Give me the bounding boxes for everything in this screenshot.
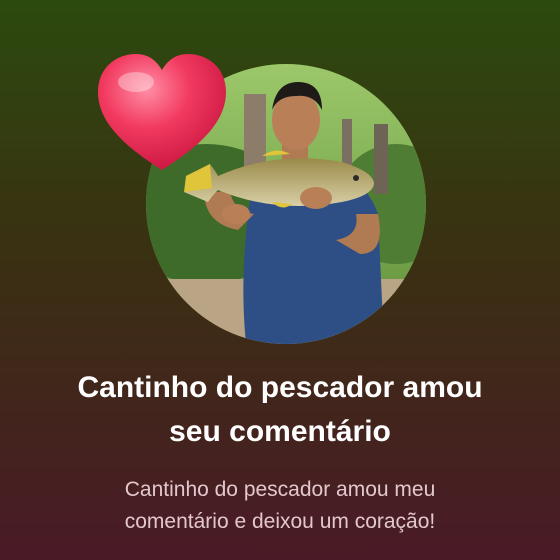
notification-message: Cantinho do pescador amou meu comentário…: [124, 478, 436, 533]
notification-title: Cantinho do pescador amou seu comentário: [77, 371, 483, 448]
heart-icon: [96, 52, 228, 176]
